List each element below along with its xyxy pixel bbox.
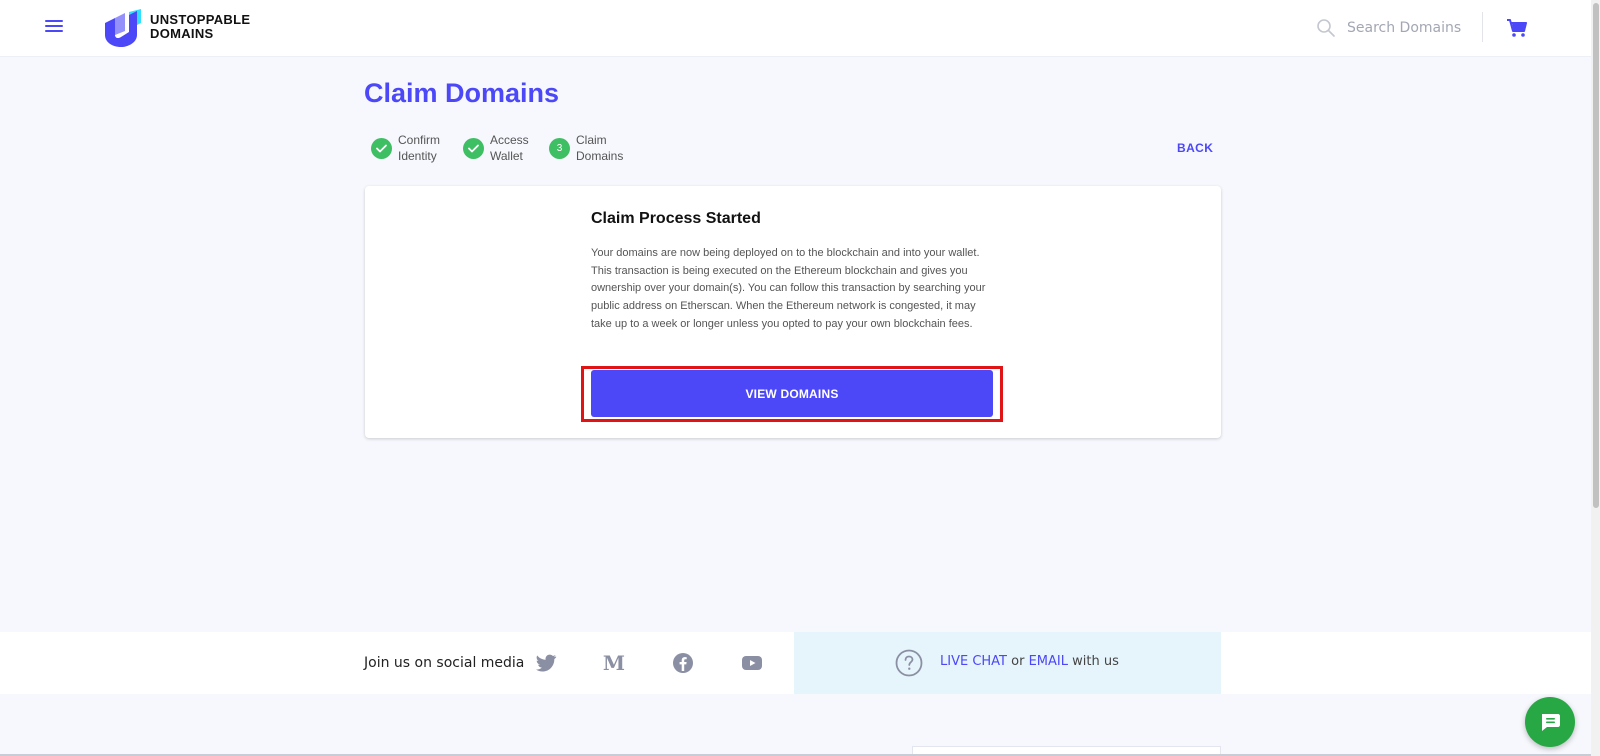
- email-link[interactable]: EMAIL: [1029, 654, 1068, 669]
- step-label-line: Wallet: [490, 149, 523, 163]
- step-label-line: Confirm: [398, 133, 441, 147]
- step-label: Access Wallet: [490, 132, 550, 164]
- header-divider: [1482, 12, 1483, 42]
- facebook-icon[interactable]: [671, 651, 695, 675]
- chat-bubble-icon: [1542, 714, 1560, 731]
- chat-button[interactable]: [1525, 697, 1575, 747]
- help-question-icon: [895, 649, 923, 677]
- svg-text:M: M: [603, 651, 625, 675]
- step-number-badge: 3: [549, 137, 570, 159]
- search-icon: [1317, 19, 1335, 37]
- step-label-line: Identity: [398, 149, 437, 163]
- help-with-us-text: with us: [1072, 654, 1119, 669]
- twitter-icon[interactable]: [534, 651, 558, 675]
- logo-text-line2: DOMAINS: [150, 26, 214, 41]
- shopping-cart-icon[interactable]: [1506, 18, 1528, 38]
- search-input[interactable]: [1347, 16, 1467, 40]
- card-title: Claim Process Started: [591, 210, 761, 227]
- scrollbar-thumb[interactable]: [1593, 3, 1599, 508]
- step-label-line: Access: [490, 133, 529, 147]
- step-label-line: Domains: [576, 149, 624, 163]
- step-confirm-identity: Confirm Identity: [371, 132, 458, 164]
- step-number: 3: [556, 142, 563, 154]
- live-chat-link[interactable]: LIVE CHAT: [940, 654, 1007, 669]
- step-access-wallet: Access Wallet: [463, 132, 550, 164]
- unstoppable-logo-icon[interactable]: [103, 9, 143, 47]
- card-description: Your domains are now being deployed on t…: [591, 247, 986, 330]
- step-complete-check-icon: [463, 137, 484, 159]
- help-or-text: or: [1011, 654, 1025, 669]
- step-label-line: Claim: [576, 133, 607, 147]
- view-domains-button[interactable]: VIEW DOMAINS: [591, 370, 993, 417]
- top-header: UNSTOPPABLE DOMAINS: [0, 0, 1600, 57]
- step-label: Confirm Identity: [398, 132, 458, 164]
- back-button[interactable]: BACK: [1177, 141, 1213, 155]
- logo-wordmark[interactable]: UNSTOPPABLE DOMAINS: [150, 13, 250, 41]
- help-text: LIVE CHAT or EMAIL with us: [940, 654, 1119, 669]
- claim-status-card: Claim Process Started Your domains are n…: [365, 186, 1221, 438]
- step-label: Claim Domains: [576, 132, 636, 164]
- page-title: Claim Domains: [364, 78, 560, 108]
- youtube-icon[interactable]: [740, 651, 764, 675]
- medium-icon[interactable]: M: [602, 651, 626, 675]
- help-panel: LIVE CHAT or EMAIL with us: [794, 632, 1221, 694]
- step-complete-check-icon: [371, 137, 392, 159]
- social-label: Join us on social media: [364, 655, 525, 671]
- logo-text-line1: UNSTOPPABLE: [150, 12, 251, 27]
- step-claim-domains: 3 Claim Domains: [549, 132, 636, 164]
- hamburger-menu-icon[interactable]: [45, 20, 63, 34]
